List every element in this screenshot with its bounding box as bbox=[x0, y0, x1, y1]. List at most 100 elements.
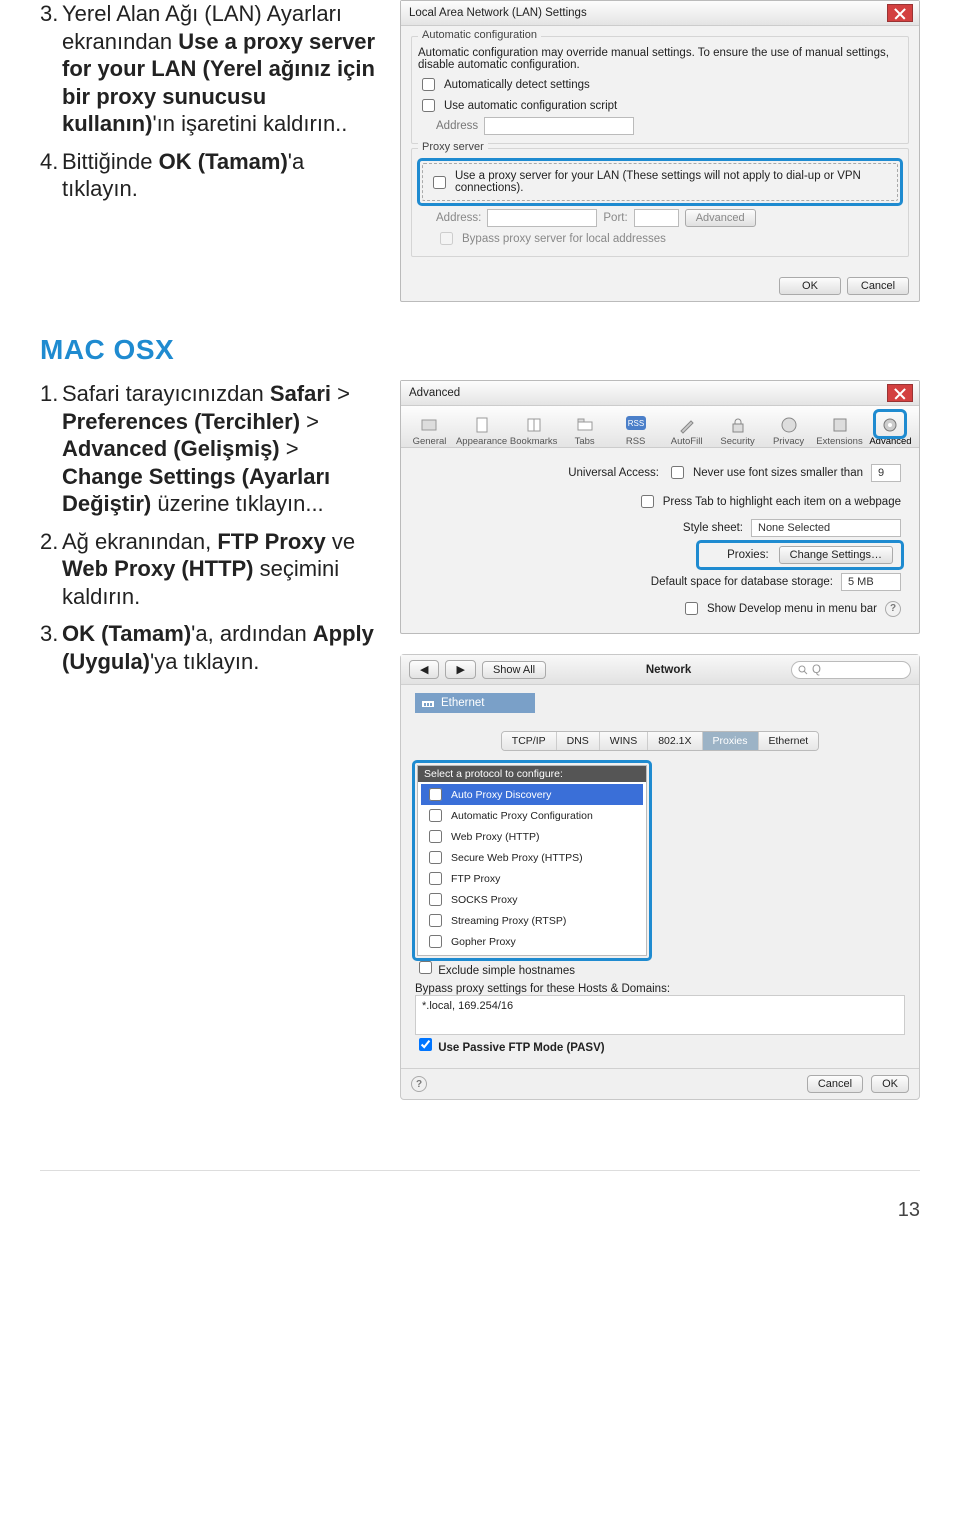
auto-detect-checkbox[interactable]: Automatically detect settings bbox=[418, 75, 902, 94]
proxy-port-input[interactable] bbox=[634, 209, 679, 227]
proto-gopher-label: Gopher Proxy bbox=[451, 936, 516, 948]
change-settings-button[interactable]: Change Settings… bbox=[779, 546, 893, 564]
proxy-address-input[interactable] bbox=[487, 209, 597, 227]
cancel-button[interactable]: Cancel bbox=[807, 1075, 863, 1093]
tab-8021x[interactable]: 802.1X bbox=[648, 732, 702, 750]
lan-dialog-title: Local Area Network (LAN) Settings bbox=[409, 7, 587, 19]
tab-autofill[interactable]: AutoFill bbox=[662, 410, 711, 447]
use-proxy-label: Use a proxy server for your LAN (These s… bbox=[455, 170, 891, 194]
show-develop-input[interactable] bbox=[685, 602, 698, 615]
mac-step-3-number: 3. bbox=[40, 620, 62, 675]
exclude-simple-input[interactable] bbox=[419, 961, 432, 974]
tab-appearance[interactable]: Appearance bbox=[456, 410, 507, 447]
tab-tabs[interactable]: Tabs bbox=[560, 410, 609, 447]
book-icon bbox=[520, 412, 548, 436]
mac-step-1-b3: Advanced (Gelişmiş) bbox=[62, 436, 280, 461]
tab-rss-label: RSS bbox=[626, 436, 646, 447]
proto-auto-config-input[interactable] bbox=[429, 809, 442, 822]
db-storage-select[interactable]: 5 MB bbox=[841, 573, 901, 591]
hand-icon bbox=[775, 412, 803, 436]
proto-web-http-input[interactable] bbox=[429, 830, 442, 843]
font-size-select[interactable]: 9 bbox=[871, 464, 901, 482]
address-label: Address bbox=[436, 120, 478, 132]
rss-icon: RSS bbox=[622, 412, 650, 436]
proto-socks[interactable]: SOCKS Proxy bbox=[421, 889, 643, 910]
proto-web-https-input[interactable] bbox=[429, 851, 442, 864]
proto-socks-input[interactable] bbox=[429, 893, 442, 906]
proto-ftp[interactable]: FTP Proxy bbox=[421, 868, 643, 889]
mac-osx-heading: MAC OSX bbox=[40, 334, 920, 366]
cancel-button[interactable]: Cancel bbox=[847, 277, 909, 295]
help-icon[interactable]: ? bbox=[411, 1076, 427, 1092]
help-icon[interactable]: ? bbox=[885, 601, 901, 617]
auto-detect-label: Automatically detect settings bbox=[444, 79, 590, 91]
forward-button[interactable]: ▶ bbox=[445, 660, 475, 679]
back-button[interactable]: ◀ bbox=[409, 660, 439, 679]
sidebar-item-ethernet[interactable]: Ethernet bbox=[415, 693, 535, 713]
proto-web-http[interactable]: Web Proxy (HTTP) bbox=[421, 826, 643, 847]
tab-general[interactable]: General bbox=[405, 410, 454, 447]
safari-prefs-title: Advanced bbox=[409, 387, 460, 399]
advanced-button[interactable]: Advanced bbox=[685, 209, 756, 227]
proto-auto-config[interactable]: Automatic Proxy Configuration bbox=[421, 805, 643, 826]
show-develop-label: Show Develop menu in menu bar bbox=[707, 603, 877, 615]
use-proxy-checkbox[interactable]: Use a proxy server for your LAN (These s… bbox=[429, 170, 891, 194]
search-input[interactable]: Q bbox=[791, 661, 911, 679]
bypass-local-input[interactable] bbox=[440, 232, 453, 245]
tab-rss[interactable]: RSSRSS bbox=[611, 410, 660, 447]
ok-button[interactable]: OK bbox=[779, 277, 841, 295]
proto-auto-discovery[interactable]: Auto Proxy Discovery bbox=[421, 784, 643, 805]
proto-socks-label: SOCKS Proxy bbox=[451, 894, 518, 906]
tab-extensions[interactable]: Extensions bbox=[815, 410, 864, 447]
bypass-label: Bypass proxy settings for these Hosts & … bbox=[415, 983, 905, 995]
pen-icon bbox=[673, 412, 701, 436]
tab-general-label: General bbox=[413, 436, 447, 447]
tab-wins[interactable]: WINS bbox=[600, 732, 648, 750]
tab-proxies[interactable]: Proxies bbox=[703, 732, 759, 750]
mac-step-1-s1: > bbox=[331, 381, 350, 406]
stylesheet-select[interactable]: None Selected bbox=[751, 519, 901, 537]
universal-access-label: Universal Access: bbox=[568, 467, 659, 479]
bypass-local-checkbox[interactable]: Bypass proxy server for local addresses bbox=[436, 229, 902, 248]
auto-script-input[interactable] bbox=[422, 99, 435, 112]
pasv-checkbox[interactable]: Use Passive FTP Mode (PASV) bbox=[415, 1042, 605, 1054]
ok-button[interactable]: OK bbox=[871, 1075, 909, 1093]
proto-gopher-input[interactable] bbox=[429, 935, 442, 948]
tab-dns[interactable]: DNS bbox=[557, 732, 600, 750]
auto-detect-input[interactable] bbox=[422, 78, 435, 91]
proto-gopher[interactable]: Gopher Proxy bbox=[421, 931, 643, 952]
pasv-input[interactable] bbox=[419, 1038, 432, 1051]
auto-config-legend: Automatic configuration bbox=[418, 29, 541, 41]
proto-rtsp[interactable]: Streaming Proxy (RTSP) bbox=[421, 910, 643, 931]
tab-tcpip[interactable]: TCP/IP bbox=[502, 732, 557, 750]
step-4-number: 4. bbox=[40, 148, 62, 203]
search-placeholder: Q bbox=[812, 664, 821, 676]
proto-ftp-input[interactable] bbox=[429, 872, 442, 885]
proto-auto-discovery-input[interactable] bbox=[429, 788, 442, 801]
tab-ethernet[interactable]: Ethernet bbox=[759, 732, 819, 750]
auto-script-checkbox[interactable]: Use automatic configuration script bbox=[418, 96, 902, 115]
press-tab-input[interactable] bbox=[641, 495, 654, 508]
mac-step-1-b1: Safari bbox=[270, 381, 331, 406]
auto-script-label: Use automatic configuration script bbox=[444, 100, 617, 112]
show-all-button[interactable]: Show All bbox=[482, 661, 546, 679]
proto-rtsp-input[interactable] bbox=[429, 914, 442, 927]
auto-script-address-input[interactable] bbox=[484, 117, 634, 135]
tab-advanced[interactable]: Advanced bbox=[866, 410, 915, 447]
never-fonts-checkbox[interactable]: Never use font sizes smaller than bbox=[667, 463, 863, 482]
close-icon[interactable] bbox=[887, 4, 913, 22]
use-proxy-input[interactable] bbox=[433, 176, 446, 189]
mac-step-1-s3: > bbox=[280, 436, 299, 461]
close-icon[interactable] bbox=[887, 384, 913, 402]
tab-security[interactable]: Security bbox=[713, 410, 762, 447]
never-fonts-input[interactable] bbox=[671, 466, 684, 479]
mac-step-1-suffix: üzerine tıklayın... bbox=[151, 491, 323, 516]
tab-bookmarks[interactable]: Bookmarks bbox=[509, 410, 558, 447]
press-tab-checkbox[interactable]: Press Tab to highlight each item on a we… bbox=[637, 492, 901, 511]
bypass-textarea[interactable]: *.local, 169.254/16 bbox=[415, 995, 905, 1035]
proto-web-https[interactable]: Secure Web Proxy (HTTPS) bbox=[421, 847, 643, 868]
exclude-simple-hostnames[interactable]: Exclude simple hostnames bbox=[415, 965, 575, 977]
auto-config-note: Automatic configuration may override man… bbox=[418, 47, 902, 71]
tab-privacy[interactable]: Privacy bbox=[764, 410, 813, 447]
show-develop-checkbox[interactable]: Show Develop menu in menu bar bbox=[681, 599, 877, 618]
